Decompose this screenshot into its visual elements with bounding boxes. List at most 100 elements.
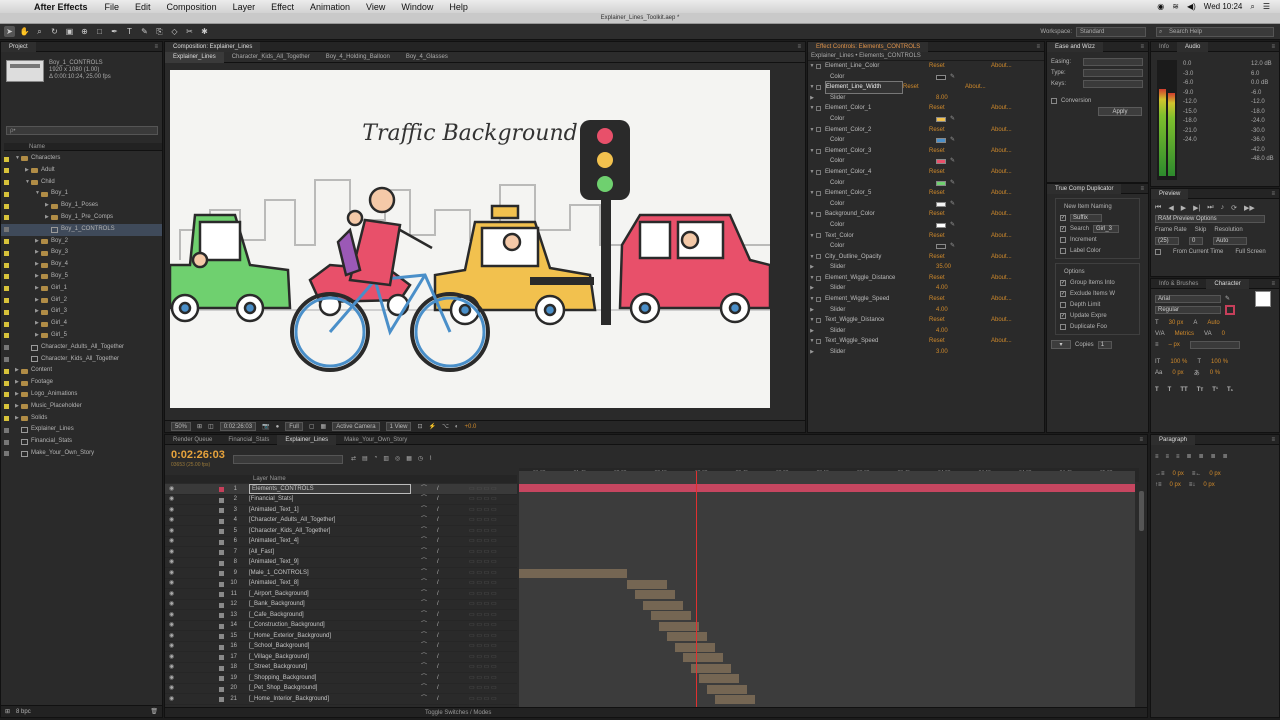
layer-row[interactable]: ◉ 14 [_Construction_Background] ⌒ / ▭ ▭ ▭ ▭ [165, 620, 517, 631]
layer-name[interactable]: [All_Fast] [249, 547, 274, 558]
notifications-icon[interactable]: ☰ [1263, 2, 1270, 11]
visibility-eye-icon[interactable]: ◉ [169, 694, 174, 705]
layer-name[interactable]: [_School_Background] [249, 641, 309, 652]
twirl-open-icon[interactable]: ▼ [808, 146, 816, 157]
baseline-value[interactable]: 0 px [1172, 370, 1183, 376]
visibility-eye-icon[interactable]: ◉ [169, 652, 174, 663]
composition-canvas[interactable]: Traffic Background [168, 70, 772, 408]
effect-about-link[interactable]: About... [991, 188, 1012, 199]
visibility-eye-icon[interactable]: ◉ [169, 662, 174, 673]
ram-preview-options-dropdown[interactable]: RAM Preview Options [1155, 214, 1265, 223]
switches-column[interactable]: ▭ ▭ ▭ ▭ [469, 494, 497, 505]
menu-file[interactable]: File [105, 2, 120, 12]
fx-toggle-icon[interactable] [816, 127, 821, 133]
layer-duration-bar[interactable] [699, 674, 739, 683]
effect-reset-link[interactable]: Reset [929, 231, 991, 242]
layer-duration-bar[interactable] [683, 653, 723, 662]
panel-menu-icon[interactable]: ≡ [797, 44, 801, 50]
switches-column[interactable]: ▭ ▭ ▭ ▭ [469, 505, 497, 516]
effect-about-link[interactable]: About... [991, 61, 1012, 72]
label-color-checkbox[interactable] [1060, 247, 1066, 254]
motion-blur-icon[interactable]: ◎ [395, 455, 400, 462]
spotlight-icon[interactable]: ⌕ [1250, 2, 1254, 12]
twirl-open-icon[interactable]: ▼ [808, 273, 816, 284]
stroke-width-value[interactable]: – px [1169, 342, 1180, 348]
wifi-icon[interactable]: ≋ [1172, 2, 1179, 11]
comp-subtab[interactable]: Explainer_Lines [165, 51, 224, 63]
quality-switch-icon[interactable]: / [437, 683, 439, 694]
menu-help[interactable]: Help [449, 2, 468, 12]
brush-tool-icon[interactable]: ✎ [139, 26, 150, 37]
shy-switch-icon[interactable]: ⌒ [421, 536, 427, 547]
effect-reset-link[interactable]: Reset [929, 252, 991, 263]
color-swatch[interactable] [936, 180, 946, 186]
layer-label-color[interactable] [219, 697, 224, 702]
search-value-input[interactable]: Girl_3 [1093, 224, 1120, 233]
layer-name[interactable]: [_Construction_Background] [249, 620, 325, 631]
ram-preview-icon[interactable]: ▶▶ [1244, 204, 1255, 212]
layer-label-color[interactable] [219, 634, 224, 639]
fx-toggle-icon[interactable] [816, 254, 821, 260]
all-caps-icon[interactable]: TT [1180, 387, 1187, 393]
tab-character[interactable]: Character [1206, 279, 1249, 289]
project-item[interactable]: ▶ Content [1, 365, 162, 377]
trash-icon[interactable]: 🗑 [150, 708, 158, 715]
quality-switch-icon[interactable]: / [437, 599, 439, 610]
layer-label-color[interactable] [219, 581, 224, 587]
tracking-value[interactable]: 0 [1222, 331, 1225, 337]
visibility-eye-icon[interactable]: ◉ [169, 568, 174, 579]
slider-value[interactable]: 8.00 [936, 93, 948, 104]
region-icon[interactable]: ▢ [309, 423, 315, 430]
column-name-header[interactable]: Name [4, 143, 162, 151]
toggle-switches-modes[interactable]: Toggle Switches / Modes [165, 707, 1147, 717]
eyedropper-icon[interactable]: ✎ [950, 220, 955, 231]
shy-switch-icon[interactable]: ⌒ [421, 599, 427, 610]
timeline-current-time[interactable]: 0:02:26:03 [171, 449, 225, 461]
frame-blending-icon[interactable]: ▥ [383, 455, 389, 462]
layer-duration-bar[interactable] [715, 695, 755, 704]
pan-behind-tool-icon[interactable]: ⊕ [79, 26, 90, 37]
layer-row[interactable]: ◉ 8 [Animated_Text_9] ⌒ / ▭ ▭ ▭ ▭ [165, 557, 517, 568]
switches-column[interactable]: ▭ ▭ ▭ ▭ [469, 589, 497, 600]
layer-duration-bar[interactable] [627, 579, 667, 589]
color-swatch[interactable] [936, 159, 946, 165]
keys-dropdown[interactable] [1083, 79, 1143, 88]
layer-name[interactable]: [_Village_Background] [249, 652, 309, 663]
layer-label-color[interactable] [219, 613, 224, 618]
quality-switch-icon[interactable]: / [437, 494, 439, 505]
font-style-dropdown[interactable]: Regular [1155, 305, 1221, 314]
menu-composition[interactable]: Composition [167, 2, 217, 12]
effect-reset-link[interactable]: Reset [929, 315, 991, 326]
twirl-closed-icon[interactable]: ▶ [808, 326, 816, 337]
align-right-icon[interactable]: ≡ [1176, 454, 1180, 460]
switches-column[interactable]: ▭ ▭ ▭ ▭ [469, 484, 497, 495]
layer-name[interactable]: [Animated_Text_8] [249, 578, 299, 589]
label-color-swatch[interactable] [4, 357, 9, 363]
clock[interactable]: Wed 10:24 [1204, 2, 1243, 11]
effect-row[interactable]: ▼ City_Outline_Opacity Reset About... [808, 252, 1044, 263]
layer-row[interactable]: ◉ 16 [_School_Background] ⌒ / ▭ ▭ ▭ ▭ [165, 641, 517, 652]
layer-label-color[interactable] [219, 686, 224, 692]
visibility-eye-icon[interactable]: ◉ [169, 599, 174, 610]
layer-name[interactable]: [_Home_Exterior_Background] [249, 631, 331, 642]
switches-column[interactable]: ▭ ▭ ▭ ▭ [469, 631, 497, 642]
project-item[interactable]: ▶ Girl_5 [1, 330, 162, 342]
exposure-icon[interactable]: ◐ [455, 424, 459, 430]
panel-menu-icon[interactable]: ≡ [154, 44, 158, 50]
switches-column[interactable]: ▭ ▭ ▭ ▭ [469, 610, 497, 621]
camera-tool-icon[interactable]: ▣ [64, 26, 75, 37]
layer-row[interactable]: ◉ 17 [_Village_Background] ⌒ / ▭ ▭ ▭ ▭ [165, 652, 517, 663]
tab-info[interactable]: Info [1151, 42, 1177, 52]
fx-toggle-icon[interactable] [816, 212, 821, 218]
first-frame-icon[interactable]: ⏮ [1155, 204, 1161, 212]
switches-column[interactable]: ▭ ▭ ▭ ▭ [469, 557, 497, 568]
quality-switch-icon[interactable]: / [437, 662, 439, 673]
fx-toggle-icon[interactable] [816, 233, 821, 239]
justify-right-icon[interactable]: ≣ [1211, 453, 1216, 460]
project-item[interactable]: ▶ Boy_5 [1, 271, 162, 283]
switches-column[interactable]: ▭ ▭ ▭ ▭ [469, 641, 497, 652]
switches-column[interactable]: ▭ ▭ ▭ ▭ [469, 620, 497, 631]
shy-switch-icon[interactable]: ⌒ [421, 547, 427, 558]
quality-switch-icon[interactable]: / [437, 673, 439, 684]
apply-button[interactable]: Apply [1098, 107, 1142, 116]
